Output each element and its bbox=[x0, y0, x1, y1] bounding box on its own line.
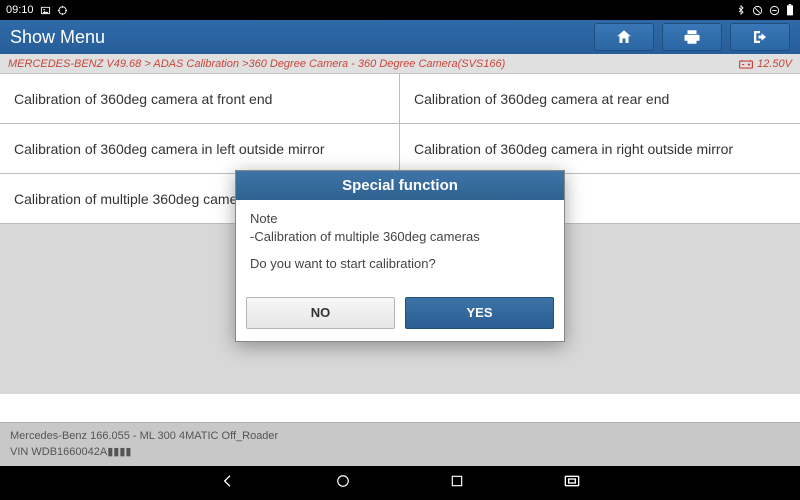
dialog-note: Note -Calibration of multiple 360deg cam… bbox=[250, 210, 550, 245]
vehicle-vin: VIN WDB1660042A▮▮▮▮ bbox=[10, 445, 790, 460]
nav-screenshot-button[interactable] bbox=[564, 474, 580, 493]
battery-car-icon bbox=[739, 59, 753, 69]
no-button[interactable]: NO bbox=[246, 297, 395, 329]
option-left-mirror[interactable]: Calibration of 360deg camera in left out… bbox=[0, 124, 400, 174]
android-nav-bar bbox=[0, 466, 800, 500]
bluetooth-icon bbox=[736, 4, 746, 16]
android-status-bar: 09:10 bbox=[0, 0, 800, 20]
nav-back-button[interactable] bbox=[220, 473, 236, 494]
sync-off-icon bbox=[752, 5, 763, 16]
dialog-title: Special function bbox=[236, 171, 564, 200]
option-front-camera[interactable]: Calibration of 360deg camera at front en… bbox=[0, 74, 400, 124]
picture-icon bbox=[40, 5, 51, 16]
dialog-question: Do you want to start calibration? bbox=[250, 255, 550, 273]
option-right-mirror[interactable]: Calibration of 360deg camera in right ou… bbox=[400, 124, 800, 174]
option-rear-camera[interactable]: Calibration of 360deg camera at rear end bbox=[400, 74, 800, 124]
voltage-text: 12.50V bbox=[757, 58, 792, 70]
special-function-dialog: Special function Note -Calibration of mu… bbox=[235, 170, 565, 342]
breadcrumb-bar: MERCEDES-BENZ V49.68 > ADAS Calibration … bbox=[0, 54, 800, 74]
dialog-actions: NO YES bbox=[236, 297, 564, 341]
voltage-indicator: 12.50V bbox=[739, 58, 792, 70]
minus-circle-icon bbox=[769, 5, 780, 16]
vehicle-info-footer: Mercedes-Benz 166.055 - ML 300 4MATIC Of… bbox=[0, 422, 800, 466]
home-button[interactable] bbox=[594, 23, 654, 51]
battery-icon bbox=[786, 4, 794, 16]
target-icon bbox=[57, 5, 68, 16]
print-button[interactable] bbox=[662, 23, 722, 51]
nav-home-button[interactable] bbox=[336, 474, 350, 493]
dialog-body: Note -Calibration of multiple 360deg cam… bbox=[236, 200, 564, 297]
exit-button[interactable] bbox=[730, 23, 790, 51]
nav-recent-button[interactable] bbox=[450, 474, 464, 493]
breadcrumb: MERCEDES-BENZ V49.68 > ADAS Calibration … bbox=[8, 58, 739, 70]
app-header: Show Menu bbox=[0, 20, 800, 54]
page-title: Show Menu bbox=[10, 27, 586, 48]
yes-button[interactable]: YES bbox=[405, 297, 554, 329]
vehicle-model: Mercedes-Benz 166.055 - ML 300 4MATIC Of… bbox=[10, 429, 790, 444]
clock-text: 09:10 bbox=[6, 4, 34, 16]
